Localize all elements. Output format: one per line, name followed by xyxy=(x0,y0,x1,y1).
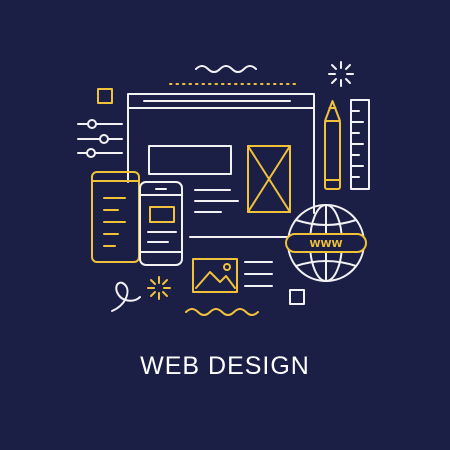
web-design-illustration: WWW WEB DESIGN xyxy=(0,0,450,450)
ruler-icon xyxy=(350,99,370,190)
top-wave-icon xyxy=(195,65,257,73)
tablet-icon xyxy=(91,171,140,263)
illustration-art: WWW xyxy=(77,61,370,316)
smartphone-icon xyxy=(139,181,183,266)
sparkle-bottom-icon xyxy=(147,276,171,300)
image-icon xyxy=(192,258,238,293)
loop-squiggle-icon xyxy=(111,281,141,312)
sliders-icon xyxy=(77,119,123,158)
sparkle-top-icon xyxy=(328,61,354,87)
globe-icon: WWW xyxy=(285,204,367,282)
page-title: WEB DESIGN xyxy=(140,352,310,380)
small-square-top-icon xyxy=(97,88,113,104)
pencil-icon xyxy=(324,100,341,190)
globe-www-label: WWW xyxy=(309,239,342,250)
bottom-wave-icon xyxy=(185,308,259,316)
content-lines xyxy=(244,261,273,287)
small-square-bottom-icon xyxy=(289,289,305,305)
